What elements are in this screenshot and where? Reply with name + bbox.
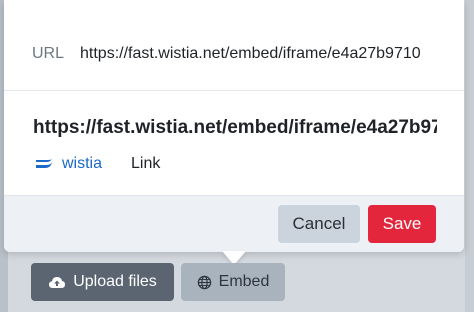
popover-footer: Cancel Save: [4, 195, 464, 252]
url-input[interactable]: https://fast.wistia.net/embed/iframe/e4a…: [80, 45, 460, 63]
upload-files-button[interactable]: Upload files: [31, 263, 174, 301]
embed-type-label: Link: [131, 155, 161, 172]
url-label: URL: [32, 45, 65, 62]
globe-icon: [197, 275, 211, 289]
provider-name[interactable]: wistia: [62, 155, 102, 173]
embed-label: Embed: [218, 273, 270, 290]
url-row: URL https://fast.wistia.net/embed/iframe…: [4, 0, 464, 91]
wistia-logo-icon: [36, 158, 52, 168]
embed-popover: URL https://fast.wistia.net/embed/iframe…: [4, 0, 464, 252]
upload-files-label: Upload files: [73, 273, 157, 290]
save-button[interactable]: Save: [368, 205, 436, 243]
embed-button[interactable]: Embed: [181, 263, 285, 301]
embed-preview: https://fast.wistia.net/embed/iframe/e4a…: [4, 91, 464, 195]
provider: wistia: [35, 153, 102, 175]
cancel-button[interactable]: Cancel: [278, 205, 360, 243]
cloud-upload-icon: [49, 277, 66, 288]
backdrop-right: [465, 0, 474, 312]
preview-url[interactable]: https://fast.wistia.net/embed/iframe/e4a…: [33, 117, 437, 139]
